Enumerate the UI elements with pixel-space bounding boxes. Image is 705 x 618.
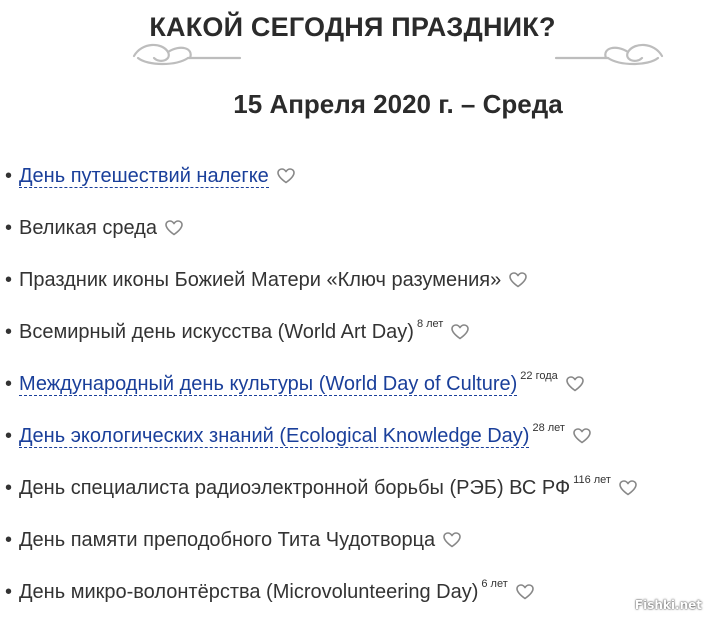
holiday-age: 116 лет: [573, 474, 611, 486]
holiday-item: • День памяти преподобного Тита Чудотворц…: [0, 514, 705, 566]
heart-outline-icon[interactable]: [276, 168, 295, 184]
holiday-item: • Всемирный день искусства (World Art Day…: [0, 306, 705, 358]
bullet-icon: •: [5, 216, 13, 239]
holiday-item: • Великая среда: [0, 202, 705, 254]
heart-outline-icon[interactable]: [573, 428, 591, 444]
holiday-age: 6 лет: [481, 578, 508, 590]
heart-outline-icon[interactable]: [509, 272, 528, 288]
date-heading: 15 Апреля 2020 г. – Среда: [233, 89, 563, 119]
bullet-icon: •: [5, 320, 13, 343]
heart-outline-icon[interactable]: [565, 376, 584, 392]
holiday-label: День микро-волонтёрства (Microvolunteeri…: [19, 580, 479, 603]
holiday-link[interactable]: День путешествий налегке: [19, 165, 269, 188]
holiday-label: Великая среда: [19, 216, 157, 239]
bullet-icon: •: [5, 528, 13, 551]
heart-outline-icon[interactable]: [619, 480, 637, 496]
holiday-item: • День экологических знаний (Ecological K…: [0, 410, 705, 462]
holiday-label: День специалиста радиоэлектронной борьбы…: [19, 476, 571, 499]
holiday-item: • День специалиста радиоэлектронной борьб…: [0, 462, 705, 514]
heart-outline-icon[interactable]: [443, 532, 461, 548]
holiday-label: День памяти преподобного Тита Чудотворца: [19, 528, 436, 551]
holiday-age: 28 лет: [532, 422, 565, 434]
flourish-divider-icon: [132, 43, 664, 66]
holiday-label: Всемирный день искусства (World Art Day): [19, 320, 414, 343]
holiday-item: • День микро-волонтёрства (Microvolunteer…: [0, 566, 705, 618]
holiday-age: 22 года: [520, 370, 558, 382]
bullet-icon: •: [5, 164, 13, 187]
holiday-item: • Праздник иконы Божией Матери «Ключ разу…: [0, 254, 705, 306]
bullet-icon: •: [5, 424, 13, 447]
watermark: Fishki.net: [634, 598, 702, 612]
holiday-item: • Международный день культуры (World Day …: [0, 358, 705, 410]
holiday-link[interactable]: Международный день культуры (World Day o…: [19, 373, 518, 396]
holiday-label: Праздник иконы Божией Матери «Ключ разум…: [19, 268, 502, 291]
heart-outline-icon[interactable]: [515, 584, 534, 600]
holiday-list: • День путешествий налегке • Великая среда •…: [0, 150, 705, 618]
holiday-item: • День путешествий налегке: [0, 150, 705, 202]
holiday-link[interactable]: День экологических знаний (Ecological Kn…: [19, 425, 530, 448]
holiday-age: 8 лет: [416, 318, 444, 330]
bullet-icon: •: [5, 580, 13, 603]
heart-outline-icon[interactable]: [451, 324, 470, 340]
heart-outline-icon[interactable]: [165, 220, 183, 236]
bullet-icon: •: [5, 268, 13, 291]
bullet-icon: •: [5, 476, 13, 499]
bullet-icon: •: [5, 372, 13, 395]
